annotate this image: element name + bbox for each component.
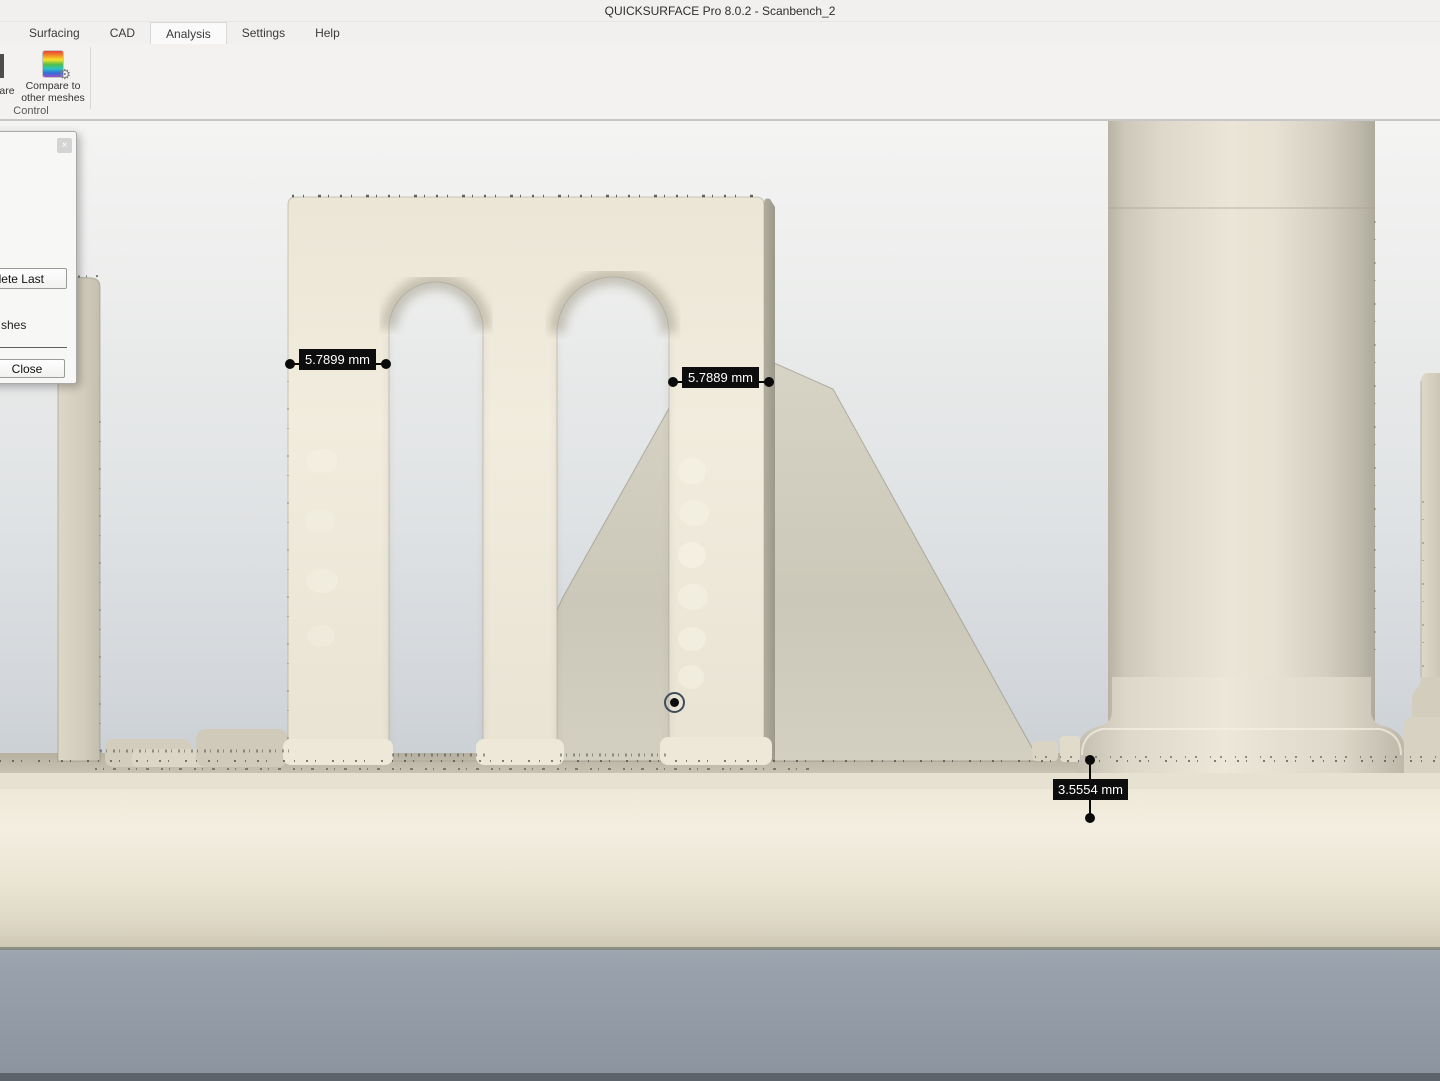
clipped-compare-button[interactable]: are (0, 48, 20, 110)
gear-icon: ⚙ (58, 67, 71, 81)
app-window: { "window": { "title": "QUICKSURFACE Pro… (0, 0, 1440, 1081)
tab-help[interactable]: Help (300, 22, 355, 44)
mesh-cylinder (1108, 121, 1375, 721)
scan-mesh-scene (0, 121, 1440, 1081)
meshes-label: shes (1, 318, 26, 332)
title-bar: QUICKSURFACE Pro 8.0.2 - Scanbench_2 (0, 0, 1440, 22)
viewport-3d[interactable]: 5.7899 mm 5.7889 mm 3.5554 mm × Point le… (0, 121, 1440, 1081)
tab-analysis[interactable]: Analysis (150, 22, 227, 44)
measurement-3: 3.5554 mm (1084, 755, 1096, 823)
tab-cad[interactable]: CAD (95, 22, 150, 44)
target-center-dot (670, 698, 679, 707)
tab-settings[interactable]: Settings (227, 22, 300, 44)
measurement-endpoint (764, 377, 774, 387)
measurement-value-label: 5.7899 mm (299, 349, 376, 370)
target-icon (664, 692, 685, 713)
measurement-value-label: 3.5554 mm (1053, 779, 1128, 800)
viewport-bottom-strip (0, 1073, 1440, 1081)
measurement-endpoint (381, 359, 391, 369)
measurement-2: 5.7889 mm (668, 376, 774, 388)
mesh-arch-side-face (764, 199, 775, 762)
compare-to-other-meshes-button[interactable]: ⚙ Compare to other meshes (19, 47, 87, 113)
window-title: QUICKSURFACE Pro 8.0.2 - Scanbench_2 (605, 4, 836, 18)
measurement-value-label: 5.7889 mm (682, 367, 759, 388)
deviation-colormap-icon: ⚙ (43, 51, 63, 77)
measurement-endpoint (668, 377, 678, 387)
plate-bottom-edge (0, 947, 1440, 950)
menu-bar: Surfacing CAD Analysis Settings Help (0, 22, 1440, 44)
close-button[interactable]: Close (0, 359, 65, 378)
dialog-close-icon[interactable]: × (57, 138, 72, 153)
measurement-endpoint (1085, 755, 1095, 765)
measure-dialog: × Point lete Last shes Close (0, 131, 77, 384)
clipped-button-icon (0, 54, 4, 78)
measurement-endpoint (1085, 813, 1095, 823)
ribbon-toolbar: are ⚙ Compare to other meshes Control (0, 44, 1440, 121)
dialog-separator (0, 347, 67, 348)
tab-surfacing[interactable]: Surfacing (14, 22, 95, 44)
cylinder-ridge (1108, 207, 1375, 209)
delete-last-button[interactable]: lete Last (0, 268, 67, 289)
ribbon-group-label: Control (0, 105, 62, 117)
measurement-1: 5.7899 mm (285, 358, 391, 370)
measurement-endpoint (285, 359, 295, 369)
ribbon-group-separator (90, 47, 91, 109)
plate-front-face (0, 789, 1440, 949)
